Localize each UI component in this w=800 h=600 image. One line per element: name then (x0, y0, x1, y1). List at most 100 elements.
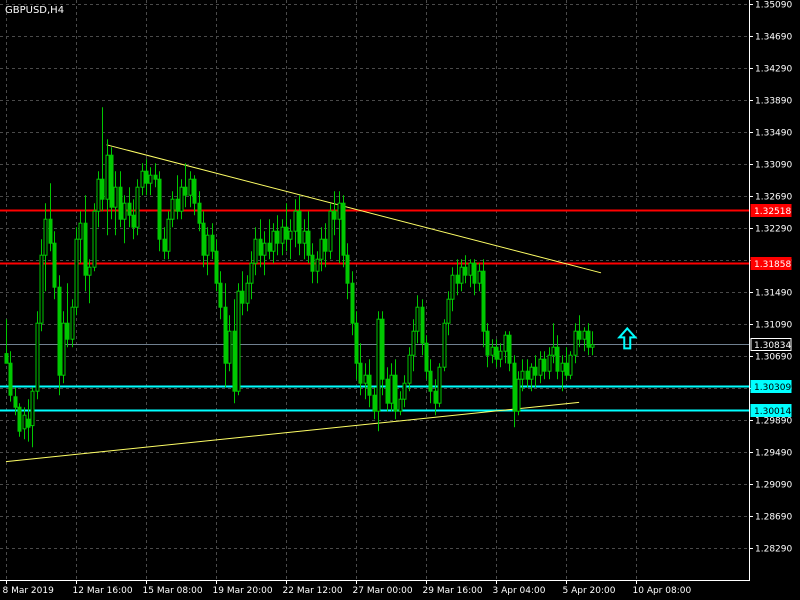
candle-body (22, 414, 27, 430)
candle-body (232, 330, 237, 392)
candle-body (113, 186, 118, 208)
candle (236, 283, 241, 396)
candle-body (420, 306, 425, 344)
candle-body (402, 382, 407, 400)
chart-background (0, 0, 800, 600)
candle-body (354, 322, 359, 364)
candle-body (568, 354, 573, 376)
candle-body (223, 306, 228, 364)
candle-body (148, 174, 153, 184)
x-tick-label: 22 Mar 12:00 (283, 586, 343, 596)
candle-body (293, 210, 298, 232)
candle (437, 363, 442, 408)
candle-body (157, 178, 162, 240)
candle (35, 311, 40, 400)
candle-body (253, 238, 258, 264)
x-tick-label: 27 Mar 00:00 (353, 586, 413, 596)
candle-body (455, 274, 460, 284)
candle-body (267, 242, 272, 252)
y-tick-label: 1.29490 (755, 449, 792, 459)
y-tick-label: 1.31490 (755, 289, 792, 299)
candle-body (494, 346, 499, 360)
candle (328, 203, 333, 260)
y-tick-label: 1.34690 (755, 33, 792, 43)
candle-body (70, 306, 75, 340)
y-tick-label: 1.29890 (755, 417, 792, 427)
candle (92, 203, 97, 272)
candle-body (57, 286, 62, 376)
candle-body (560, 362, 565, 372)
candle-body (179, 186, 184, 212)
candle-body (302, 230, 307, 244)
x-tick-label: 29 Mar 16:00 (423, 586, 483, 596)
candle-body (87, 266, 92, 276)
candle-body (92, 210, 97, 268)
candle-body (8, 362, 13, 396)
candle-body (446, 298, 451, 324)
candle-body (74, 238, 79, 308)
candle-body (337, 202, 342, 220)
candle-body (507, 334, 512, 364)
candle-body (4, 353, 9, 364)
candle-body (236, 290, 241, 392)
candle-body (376, 318, 381, 412)
candle-body (350, 282, 355, 324)
candle-body (372, 394, 377, 412)
candle-body (17, 406, 22, 432)
candle-body (245, 282, 250, 304)
candle-body (30, 390, 35, 427)
x-tick-label: 10 Apr 08:00 (633, 586, 692, 596)
resistance-1-badge-label: 1.32518 (754, 207, 791, 217)
candle-body (555, 346, 560, 372)
candle-body (122, 202, 127, 220)
candle-body (61, 322, 66, 376)
y-tick-label: 1.35090 (755, 1, 792, 11)
candle-body (415, 306, 420, 332)
candle-body (48, 218, 53, 244)
candle-body (468, 262, 473, 276)
candle-body (135, 186, 140, 228)
candle-body (463, 266, 468, 276)
candle-body (459, 266, 464, 284)
candle-body (332, 210, 337, 220)
candle-body (398, 398, 403, 412)
candle-body (319, 238, 324, 260)
y-tick-label: 1.29090 (755, 481, 792, 491)
candle-body (275, 230, 280, 244)
candle-body (118, 186, 123, 220)
candle-body (227, 330, 232, 364)
candle-body (197, 202, 202, 224)
candle-body (166, 218, 171, 252)
candle-body (538, 358, 543, 376)
candle-body (140, 170, 145, 188)
candle-body (424, 342, 429, 372)
x-tick-label: 5 Apr 20:00 (563, 586, 616, 596)
candle-body (358, 362, 363, 384)
candle-body (35, 322, 40, 392)
candle-body (485, 330, 490, 356)
candle-body (205, 234, 210, 256)
candle-body (315, 258, 320, 272)
candle-body (201, 222, 206, 256)
y-tick-label: 1.31090 (755, 321, 792, 331)
candle-body (411, 330, 416, 356)
y-tick-label: 1.33090 (755, 161, 792, 171)
candle-body (433, 390, 438, 404)
candle-body (280, 226, 285, 244)
candle-body (43, 218, 48, 256)
candle-body (385, 378, 390, 404)
candle-body (577, 330, 582, 340)
candle-body (175, 198, 180, 212)
candle-body (13, 396, 18, 408)
candle (135, 179, 140, 236)
candle-body (144, 170, 149, 184)
candle-body (306, 230, 311, 256)
price-chart[interactable]: 1.35090 1.34690 1.34290 1.33890 1.33490 1.330… (0, 0, 800, 600)
candle-body (573, 330, 578, 356)
candle-body (323, 238, 328, 252)
x-tick-label: 8 Mar 2019 (3, 586, 55, 596)
candle-body (586, 330, 591, 348)
candle-body (131, 214, 136, 228)
y-tick-label: 1.34290 (755, 65, 792, 75)
candle-body (100, 178, 105, 200)
